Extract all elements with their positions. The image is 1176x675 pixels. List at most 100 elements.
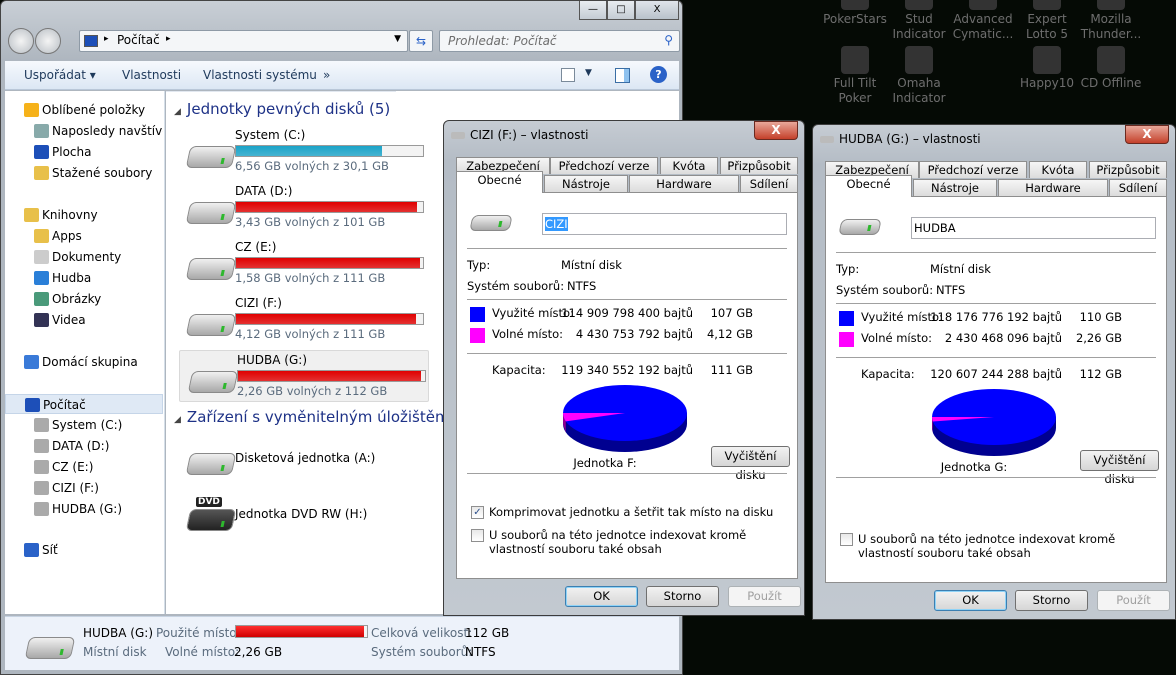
- view-options-icon[interactable]: [561, 68, 575, 82]
- back-button[interactable]: [8, 28, 34, 54]
- shortcut-label: Omaha Indicator: [892, 76, 946, 105]
- tab[interactable]: Nástroje: [544, 175, 628, 192]
- minimize-button[interactable]: —: [579, 1, 607, 20]
- type-value: Místní disk: [561, 258, 622, 272]
- shortcut-icon: [1033, 46, 1061, 74]
- library-item-icon: [34, 271, 49, 285]
- help-icon[interactable]: ?: [650, 66, 667, 83]
- index-checkbox[interactable]: [471, 529, 484, 542]
- tab-general[interactable]: Obecné: [825, 175, 912, 197]
- drive-icon: [820, 136, 834, 143]
- library-item-icon: [34, 313, 49, 327]
- drive-usage-fill: [236, 146, 382, 156]
- nav-favorites[interactable]: Oblíbené položky: [5, 100, 163, 120]
- tab[interactable]: Nástroje: [913, 179, 997, 196]
- tab[interactable]: Přizpůsobit: [1089, 161, 1167, 178]
- tab[interactable]: Přizpůsobit: [720, 157, 798, 174]
- shortcut-icon: [1033, 0, 1061, 10]
- nav-favorite-item[interactable]: Naposledy navštívené: [5, 121, 163, 141]
- tab[interactable]: Předchozí verze: [919, 161, 1027, 178]
- cancel-button[interactable]: Storno: [646, 586, 719, 607]
- nav-library-item[interactable]: Obrázky: [5, 289, 163, 309]
- drive-tile[interactable]: CIZI (F:) 4,12 GB volných z 111 GB: [178, 294, 428, 344]
- drive-tile[interactable]: System (C:) 6,56 GB volných z 30,1 GB: [178, 126, 428, 176]
- used-space-legend-swatch: [839, 311, 854, 326]
- disk-cleanup-button[interactable]: Vyčištění disku: [711, 446, 790, 482]
- search-input[interactable]: Prohledat: Počítač ⚲: [439, 30, 680, 52]
- view-dropdown-icon[interactable]: ▼: [585, 68, 592, 78]
- address-bar[interactable]: ▸ Počítač ▸ ▼: [79, 30, 408, 52]
- nav-library-item[interactable]: Hudba: [5, 268, 163, 288]
- tab[interactable]: Kvóta: [660, 157, 718, 174]
- desktop-shortcut[interactable]: Full Tilt Poker: [823, 46, 887, 106]
- tab[interactable]: Předchozí verze: [550, 157, 658, 174]
- desktop-shortcut[interactable]: CD Offline: [1079, 46, 1143, 91]
- drive-tile[interactable]: HUDBA (G:) 2,26 GB volných z 112 GB: [179, 350, 429, 402]
- preview-pane-icon[interactable]: [615, 68, 630, 83]
- tab[interactable]: Sdílení: [740, 175, 798, 192]
- nav-computer[interactable]: Počítač: [5, 394, 163, 414]
- nav-library-item[interactable]: Videa: [5, 310, 163, 330]
- used-space-bytes: 118 176 776 192 bajtů: [930, 310, 1062, 324]
- desktop-shortcut[interactable]: Stud Indicator: [887, 0, 951, 42]
- divider: [467, 299, 787, 300]
- group-header-hard-disks[interactable]: ◢ Jednotky pevných disků (5): [174, 100, 390, 118]
- close-button[interactable]: X: [754, 121, 798, 140]
- removable-drive-tile[interactable]: Disketová jednotka (A:): [178, 441, 428, 491]
- tab[interactable]: Hardware: [998, 179, 1108, 196]
- desktop-shortcut[interactable]: Mozilla Thunder...: [1079, 0, 1143, 42]
- organize-button[interactable]: Uspořádat ▾: [24, 68, 96, 82]
- close-button[interactable]: X: [1125, 125, 1169, 144]
- forward-button[interactable]: [35, 28, 61, 54]
- disk-cleanup-button[interactable]: Vyčištění disku: [1080, 450, 1159, 486]
- removable-drive-tile[interactable]: DVD Jednotka DVD RW (H:): [178, 497, 428, 547]
- details-free-value: 2,26 GB: [234, 645, 283, 659]
- ok-button[interactable]: OK: [934, 590, 1007, 611]
- group-header-removable[interactable]: ◢ Zařízení s vyměnitelným úložištěm (2): [174, 408, 476, 426]
- nav-libraries[interactable]: Knihovny: [5, 205, 163, 225]
- nav-homegroup[interactable]: Domácí skupina: [5, 352, 163, 372]
- nav-network[interactable]: Síť: [5, 540, 163, 560]
- desktop-shortcut[interactable]: Omaha Indicator: [887, 46, 951, 106]
- nav-drive-item[interactable]: DATA (D:): [5, 436, 163, 456]
- drive-properties-dialog: HUDBA (G:) – vlastnosti X Zabezpečení Předc…: [812, 124, 1176, 620]
- details-pane: HUDBA (G:) Místní disk Použité místo: Vo…: [5, 616, 679, 670]
- desktop-shortcut[interactable]: Advanced Cymatic...: [951, 0, 1015, 42]
- nav-drive-item[interactable]: CZ (E:): [5, 457, 163, 477]
- close-button[interactable]: X: [635, 1, 679, 20]
- drive-tile[interactable]: CZ (E:) 1,58 GB volných z 111 GB: [178, 238, 428, 288]
- tab[interactable]: Sdílení: [1109, 179, 1167, 196]
- drive-name: Jednotka DVD RW (H:): [235, 507, 368, 521]
- refresh-button[interactable]: ⇆: [409, 30, 433, 52]
- nav-drive-item[interactable]: CIZI (F:): [5, 478, 163, 498]
- tab[interactable]: Kvóta: [1029, 161, 1087, 178]
- drive-name-input[interactable]: CIZI: [542, 213, 787, 235]
- properties-button[interactable]: Vlastnosti: [122, 68, 181, 82]
- desktop-shortcut[interactable]: Expert Lotto 5: [1015, 0, 1079, 42]
- desktop-shortcut[interactable]: PokerStars: [823, 0, 887, 27]
- nav-favorite-item[interactable]: Stažené soubory: [5, 163, 163, 183]
- drive-name: Disketová jednotka (A:): [235, 451, 376, 465]
- compress-checkbox[interactable]: ✓: [471, 506, 484, 519]
- tab-general[interactable]: Obecné: [456, 171, 543, 193]
- maximize-button[interactable]: □: [607, 1, 635, 20]
- more-button[interactable]: »: [323, 68, 330, 82]
- ok-button[interactable]: OK: [565, 586, 638, 607]
- free-space-legend-swatch: [470, 328, 485, 343]
- index-checkbox[interactable]: [840, 533, 853, 546]
- address-dropdown-icon[interactable]: ▼: [394, 34, 401, 44]
- nav-favorite-item[interactable]: Plocha: [5, 142, 163, 162]
- apply-button[interactable]: Použít: [1097, 590, 1170, 611]
- breadcrumb-computer[interactable]: Počítač: [117, 33, 160, 47]
- apply-button[interactable]: Použít: [728, 586, 801, 607]
- cancel-button[interactable]: Storno: [1015, 590, 1088, 611]
- drive-name-input[interactable]: HUDBA: [911, 217, 1156, 239]
- nav-drive-item[interactable]: System (C:): [5, 415, 163, 435]
- nav-library-item[interactable]: Apps: [5, 226, 163, 246]
- nav-drive-item[interactable]: HUDBA (G:): [5, 499, 163, 519]
- tab[interactable]: Hardware: [629, 175, 739, 192]
- drive-tile[interactable]: DATA (D:) 3,43 GB volných z 101 GB: [178, 182, 428, 232]
- desktop-shortcut[interactable]: Happy10: [1015, 46, 1079, 91]
- nav-library-item[interactable]: Dokumenty: [5, 247, 163, 267]
- system-properties-button[interactable]: Vlastnosti systému: [203, 68, 317, 82]
